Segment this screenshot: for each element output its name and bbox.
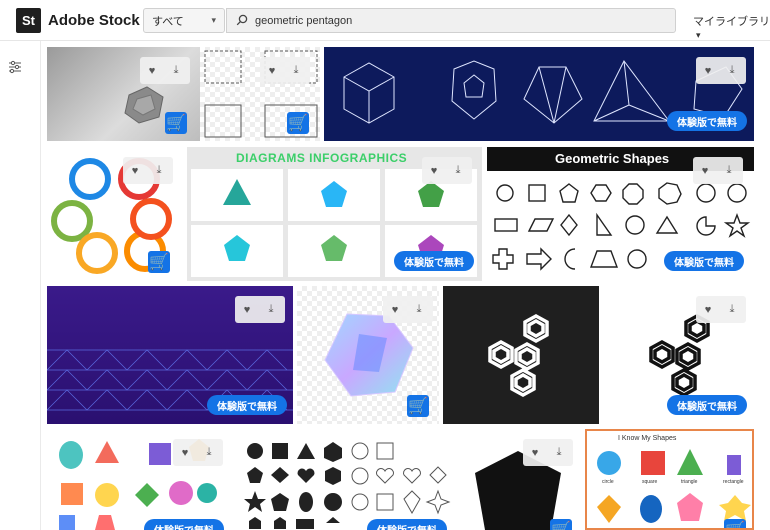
sidebar-divider	[40, 41, 41, 530]
trial-free-button[interactable]: 体験版で無料	[667, 111, 747, 131]
image-tile-pentagon-outlines[interactable]: ♥ ⤓ 🛒	[200, 47, 320, 141]
add-to-cart-icon[interactable]: 🛒	[407, 395, 429, 417]
image-tile-purple-grid[interactable]: ♥ ⤓ 体験版で無料	[47, 286, 293, 424]
hexagon-chain-white-image	[488, 314, 549, 397]
image-tile-holographic-crystal[interactable]: ♥ ⤓ 🛒	[297, 286, 439, 424]
download-icon[interactable]: ⤓	[284, 57, 308, 84]
tile-actions: ♥ ⤓	[696, 57, 746, 84]
image-tile-geometric-shapes[interactable]: Geometric Shapes ♥ ⤓ 体験版で無料	[487, 147, 754, 281]
adobe-stock-logo-icon[interactable]: St	[16, 8, 41, 33]
chevron-down-icon: ▾	[211, 15, 216, 25]
tile-actions: ♥ ⤓	[422, 157, 472, 184]
download-icon[interactable]: ⤓	[720, 296, 744, 323]
top-bar: St Adobe Stock すべて ▾ geometric pentagon …	[0, 0, 770, 41]
image-tile-diagrams-infographics[interactable]: DIAGRAMS INFOGRAPHICS ♥ ⤓ 体験版で無料	[187, 147, 482, 281]
like-heart-icon[interactable]: ♥	[696, 57, 720, 84]
trial-free-button[interactable]: 体験版で無料	[667, 395, 747, 415]
tile-actions: ♥ ⤓	[693, 157, 743, 184]
shape-label-triangle: triangle	[681, 479, 698, 485]
tile-actions: ♥ ⤓	[696, 296, 746, 323]
tile-actions: ♥ ⤓	[260, 57, 310, 84]
download-icon[interactable]: ⤓	[717, 157, 741, 184]
my-library-menu[interactable]: マイライブラリ ▾	[693, 13, 770, 41]
image-tile-black-pentagon[interactable]: ♥⤓ 🛒	[461, 429, 582, 530]
tile-actions: ♥ ⤓	[140, 57, 190, 84]
download-icon[interactable]: ⤓	[197, 439, 221, 466]
like-heart-icon[interactable]: ♥	[693, 157, 717, 184]
like-heart-icon[interactable]: ♥	[422, 157, 446, 184]
image-tile-navy-polyhedra[interactable]: ♥ ⤓ 体験版で無料	[324, 47, 754, 141]
my-library-label: マイライブラリ	[693, 16, 770, 28]
trial-free-button[interactable]: 体験版で無料	[367, 519, 447, 530]
add-to-cart-icon[interactable]: 🛒	[550, 519, 572, 530]
shape-label-square: square	[642, 479, 658, 485]
search-query: geometric pentagon	[255, 14, 353, 27]
image-tile-know-my-shapes[interactable]: I Know My Shapes circle square triangle …	[585, 429, 754, 530]
tile-actions: ♥ ⤓	[383, 296, 433, 323]
tile-actions: ♥ ⤓	[523, 439, 573, 466]
category-select[interactable]: すべて ▾	[143, 8, 225, 33]
image-tile-black-hexagons[interactable]: ♥ ⤓ 体験版で無料	[601, 286, 754, 424]
trial-free-button[interactable]: 体験版で無料	[144, 519, 224, 530]
image-tile-white-hexagons[interactable]	[443, 286, 599, 424]
like-heart-icon[interactable]: ♥	[260, 57, 284, 84]
download-icon[interactable]: ⤓	[164, 57, 188, 84]
download-icon[interactable]: ⤓	[259, 296, 283, 323]
add-to-cart-icon[interactable]: 🛒	[287, 112, 309, 134]
image-tile-shape-icons-set[interactable]: 体験版で無料	[236, 429, 457, 530]
add-to-cart-icon[interactable]: 🛒	[724, 519, 746, 528]
trial-free-button[interactable]: 体験版で無料	[207, 395, 287, 415]
shape-icons-set-image	[244, 442, 451, 529]
tile-actions: ♥ ⤓	[123, 157, 173, 184]
like-heart-icon[interactable]: ♥	[696, 296, 720, 323]
tile-actions: ♥ ⤓	[235, 296, 285, 323]
image-tile-stone-pentagon[interactable]: ♥ ⤓ 🛒	[47, 47, 200, 141]
trial-free-button[interactable]: 体験版で無料	[664, 251, 744, 271]
download-icon[interactable]: ⤓	[407, 296, 431, 323]
search-icon	[236, 14, 248, 26]
like-heart-icon[interactable]: ♥	[123, 157, 147, 184]
chevron-down-icon: ▾	[696, 30, 701, 40]
app-title[interactable]: Adobe Stock	[48, 12, 140, 29]
download-icon[interactable]: ⤓	[720, 57, 744, 84]
shape-label-rectangle: rectangle	[723, 479, 744, 485]
trial-free-button[interactable]: 体験版で無料	[394, 251, 474, 271]
tile-actions: ♥ ⤓	[173, 439, 223, 466]
like-heart-icon[interactable]: ♥	[383, 296, 407, 323]
image-tile-circle-cycle[interactable]: ♥ ⤓ 🛒	[47, 147, 183, 281]
download-icon[interactable]: ⤓	[547, 439, 571, 466]
like-heart-icon[interactable]: ♥	[523, 439, 547, 466]
like-heart-icon[interactable]: ♥	[173, 439, 197, 466]
like-heart-icon[interactable]: ♥	[140, 57, 164, 84]
filter-icon[interactable]	[8, 60, 22, 74]
add-to-cart-icon[interactable]: 🛒	[148, 251, 170, 273]
download-icon[interactable]: ⤓	[446, 157, 470, 184]
download-icon[interactable]: ⤓	[147, 157, 171, 184]
image-tile-shape-characters[interactable]: ♥⤓ 体験版で無料	[47, 429, 232, 530]
like-heart-icon[interactable]: ♥	[235, 296, 259, 323]
shape-label-circle: circle	[602, 479, 614, 485]
search-input[interactable]: geometric pentagon	[226, 8, 676, 33]
category-label: すべて	[152, 15, 184, 28]
add-to-cart-icon[interactable]: 🛒	[165, 112, 187, 134]
